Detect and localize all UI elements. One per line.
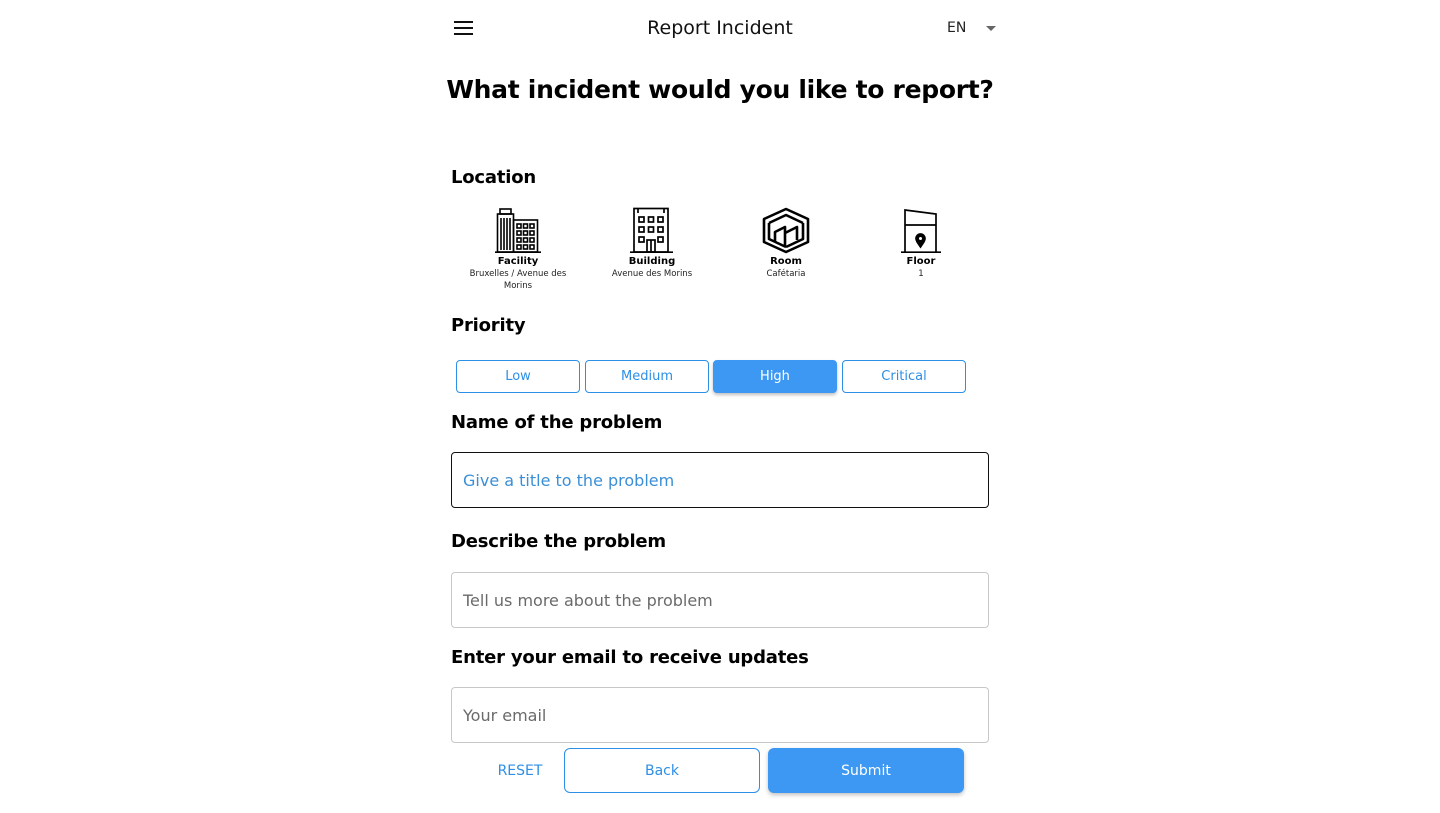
floor-icon — [901, 209, 941, 254]
priority-title: Priority — [451, 315, 526, 336]
priority-critical-button[interactable]: Critical — [842, 360, 966, 393]
location-floor[interactable]: Floor 1 — [854, 206, 988, 280]
building-icon — [630, 207, 673, 254]
location-value: 1 — [918, 269, 924, 279]
location-row: Facility Bruxelles / Avenue des Morins B… — [451, 206, 989, 298]
caret-down-icon — [986, 25, 997, 31]
report-incident-page: Report Incident EN What incident would y… — [0, 0, 1440, 813]
room-icon — [762, 207, 810, 254]
location-label: Floor — [906, 256, 936, 267]
submit-button[interactable]: Submit — [768, 748, 964, 793]
location-value: Cafétaria — [766, 269, 806, 279]
reset-button[interactable]: RESET — [480, 754, 560, 788]
location-value: Avenue des Morins — [611, 269, 693, 279]
language-value: EN — [947, 20, 967, 36]
location-value: Bruxelles / Avenue des Morins — [469, 269, 567, 291]
location-label: Room — [770, 256, 802, 267]
location-title: Location — [451, 167, 537, 188]
language-select[interactable]: EN — [940, 16, 1004, 40]
problem-name-input[interactable] — [451, 452, 989, 508]
hamburger-menu-icon[interactable] — [452, 16, 476, 40]
location-room[interactable]: Room Cafétaria — [719, 206, 853, 280]
back-button[interactable]: Back — [564, 748, 760, 793]
page-heading: What incident would you like to report? — [446, 75, 994, 104]
email-input[interactable] — [451, 687, 989, 743]
priority-medium-button[interactable]: Medium — [585, 360, 709, 393]
problem-description-title: Describe the problem — [451, 531, 666, 552]
location-label: Facility — [497, 256, 539, 267]
location-building[interactable]: Building Avenue des Morins — [585, 206, 719, 280]
facility-icon — [495, 208, 541, 254]
app-title: Report Incident — [647, 17, 793, 39]
priority-high-button[interactable]: High — [713, 360, 837, 393]
location-label: Building — [628, 256, 676, 267]
priority-low-button[interactable]: Low — [456, 360, 580, 393]
location-facility[interactable]: Facility Bruxelles / Avenue des Morins — [451, 206, 585, 292]
problem-description-input[interactable] — [451, 572, 989, 628]
problem-name-title: Name of the problem — [451, 412, 663, 433]
email-title: Enter your email to receive updates — [451, 647, 809, 668]
